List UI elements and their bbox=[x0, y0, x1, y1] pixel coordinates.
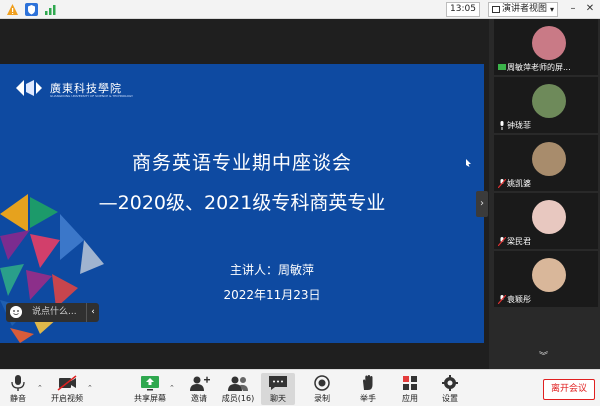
speaker-view-label: 演讲者视图 bbox=[502, 4, 548, 14]
members-icon bbox=[228, 376, 248, 391]
avatar bbox=[532, 142, 566, 176]
presentation-slide: 廣東科技學院 GUANGDONG UNIVERSITY OF SCIENCE &… bbox=[0, 64, 484, 343]
participant-name: 姚凯婆 bbox=[498, 178, 531, 189]
chevron-up-icon[interactable]: ⌃ bbox=[37, 384, 43, 392]
layout-icon bbox=[492, 6, 500, 13]
raise-hand-button[interactable]: 举手 bbox=[351, 373, 385, 405]
participant-name: 袁颖彤 bbox=[498, 294, 531, 305]
members-button[interactable]: 成员(16) bbox=[221, 373, 255, 405]
meeting-toolbar: 静音 ⌃ 开启视频 ⌃ 共享屏幕 ⌃ 邀请 成员(16) 聊天 录制 举手 应用… bbox=[0, 369, 600, 406]
speaker-view-button[interactable]: 演讲者视图 ▾ bbox=[488, 2, 558, 17]
logo-subtitle: GUANGDONG UNIVERSITY OF SCIENCE & TECHNO… bbox=[50, 94, 134, 98]
slide-date: 2022年11月23日 bbox=[223, 288, 321, 302]
avatar bbox=[532, 258, 566, 292]
invite-button[interactable]: 邀请 bbox=[182, 373, 216, 405]
chevron-left-icon[interactable]: ‹ bbox=[86, 303, 99, 322]
quick-chat-bar[interactable]: 说点什么... ‹ bbox=[6, 303, 99, 322]
screen-share-icon bbox=[498, 64, 506, 70]
participant-panel: 周敏萍老师的屏... 钟珑菲 姚凯婆 梁民君 袁颖彤 ︾ bbox=[489, 19, 600, 369]
quick-chat-input[interactable]: 说点什么... bbox=[32, 305, 77, 320]
apps-button[interactable]: 应用 bbox=[393, 373, 427, 405]
university-logo: 廣東科技學院 GUANGDONG UNIVERSITY OF SCIENCE &… bbox=[14, 78, 133, 100]
chevron-down-icon[interactable]: ︾ bbox=[539, 349, 548, 362]
invite-icon bbox=[190, 376, 210, 391]
slide-title: 商务英语专业期中座谈会 bbox=[131, 152, 352, 174]
emoji-icon[interactable] bbox=[10, 306, 22, 318]
slide-subtitle: —2020级、2021级专科商英专业 bbox=[98, 192, 386, 214]
slide-speaker: 主讲人：周敏萍 bbox=[229, 263, 314, 277]
avatar bbox=[532, 84, 566, 118]
settings-button[interactable]: 设置 bbox=[433, 373, 467, 405]
close-button[interactable]: ✕ bbox=[584, 2, 596, 16]
microphone-muted-icon bbox=[498, 237, 506, 246]
participant-tile[interactable]: 姚凯婆 bbox=[494, 135, 598, 191]
leave-meeting-button[interactable]: 离开会议 bbox=[543, 379, 595, 400]
chevron-down-icon: ▾ bbox=[549, 5, 554, 14]
title-bar: 13:05 演讲者视图 ▾ – ✕ bbox=[0, 0, 600, 19]
panel-toggle-button[interactable]: › bbox=[476, 191, 488, 217]
avatar bbox=[532, 26, 566, 60]
chat-icon bbox=[269, 376, 287, 390]
record-button[interactable]: 录制 bbox=[305, 373, 339, 405]
participant-tile[interactable]: 袁颖彤 bbox=[494, 251, 598, 307]
logo-mark-icon bbox=[16, 80, 42, 96]
chevron-up-icon[interactable]: ⌃ bbox=[87, 384, 93, 392]
participant-name: 周敏萍老师的屏... bbox=[498, 62, 571, 73]
minimize-button[interactable]: – bbox=[567, 2, 579, 16]
avatar bbox=[532, 200, 566, 234]
meeting-timer: 13:05 bbox=[446, 2, 480, 17]
shared-screen-area: 廣東科技學院 GUANGDONG UNIVERSITY OF SCIENCE &… bbox=[0, 19, 489, 369]
share-screen-button[interactable]: 共享屏幕 bbox=[133, 373, 167, 405]
raise-hand-icon bbox=[363, 375, 373, 390]
warning-icon[interactable] bbox=[6, 3, 19, 16]
shield-icon[interactable] bbox=[25, 3, 38, 16]
microphone-icon bbox=[11, 375, 25, 391]
chat-button[interactable]: 聊天 bbox=[261, 373, 295, 405]
signal-icon[interactable] bbox=[44, 3, 57, 16]
participant-tile[interactable]: 梁民君 bbox=[494, 193, 598, 249]
microphone-icon bbox=[500, 121, 504, 130]
gear-icon bbox=[442, 375, 458, 391]
participant-tile[interactable]: 钟珑菲 bbox=[494, 77, 598, 133]
participant-name: 钟珑菲 bbox=[498, 120, 531, 131]
microphone-muted-icon bbox=[498, 179, 506, 188]
record-icon bbox=[314, 375, 330, 391]
video-off-icon bbox=[57, 375, 77, 391]
participant-tile[interactable]: 周敏萍老师的屏... bbox=[494, 19, 598, 75]
microphone-muted-icon bbox=[498, 295, 506, 304]
mute-button[interactable]: 静音 bbox=[1, 373, 35, 405]
share-screen-icon bbox=[141, 376, 159, 391]
apps-icon bbox=[403, 376, 417, 390]
chevron-up-icon[interactable]: ⌃ bbox=[169, 384, 175, 392]
participant-name: 梁民君 bbox=[498, 236, 531, 247]
start-video-button[interactable]: 开启视频 bbox=[50, 373, 84, 405]
mouse-pointer-icon bbox=[466, 159, 471, 167]
